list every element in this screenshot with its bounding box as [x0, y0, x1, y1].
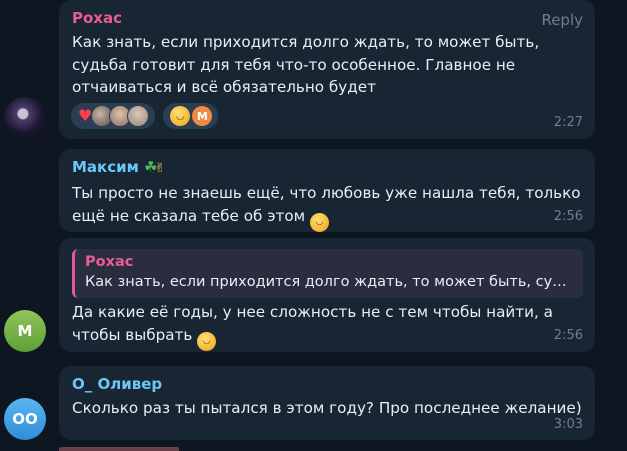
smiling-face-icon: ◡ [309, 212, 329, 232]
avatar[interactable]: M [4, 310, 46, 352]
grinning-face-icon: ◡ [170, 106, 191, 126]
message-bubble[interactable]: Максим ☘✌ Ты просто не знаешь ещё, что л… [59, 149, 595, 232]
message-bubble[interactable]: Рохас Как знать, если приходится долго ж… [59, 238, 595, 352]
message-time: 3:03 [553, 417, 583, 432]
grinning-face-icon: ◡ [197, 331, 217, 351]
message-bubble[interactable]: Рохас Reply Как знать, если приходится д… [59, 0, 595, 139]
author-name[interactable]: Максим ☘✌ [72, 157, 583, 179]
author-name[interactable]: Рохас [72, 8, 583, 28]
quote-text: Как знать, если приходится долго ждать, … [85, 274, 575, 290]
reactor-avatar [127, 105, 150, 127]
message-text: Ты просто не знаешь ещё, что любовь уже … [72, 182, 583, 232]
heart-icon: ♥ [78, 106, 93, 125]
avatar[interactable] [4, 97, 46, 139]
quote-author: Рохас [85, 254, 134, 270]
reactor-avatar: M [192, 106, 213, 126]
avatar[interactable]: OO [4, 398, 46, 440]
reactions-bar: ♥ ◡ M [71, 103, 219, 129]
message-text: Сколько раз ты пытался в этом году? Про … [72, 399, 582, 417]
message-time: 2:27 [553, 115, 583, 130]
reply-button[interactable]: Reply [541, 11, 583, 29]
message-text: Как знать, если приходится долго ждать, … [72, 33, 540, 96]
message-time: 2:56 [553, 209, 583, 224]
author-name[interactable]: О_ Оливер [72, 374, 583, 394]
message-text: Да какие её годы, у нее сложность не с т… [72, 301, 583, 351]
message-time: 2:56 [553, 328, 583, 343]
message-bubble[interactable]: О_ Оливер Сколько раз ты пытался в этом … [59, 366, 595, 440]
next-message-edge [59, 447, 179, 451]
reply-quote[interactable]: Рохас Как знать, если приходится долго ж… [72, 249, 583, 298]
hand-icon: ✌ [154, 161, 166, 176]
reaction-heart[interactable]: ♥ [71, 103, 156, 129]
reaction-grin[interactable]: ◡ M [163, 103, 219, 129]
